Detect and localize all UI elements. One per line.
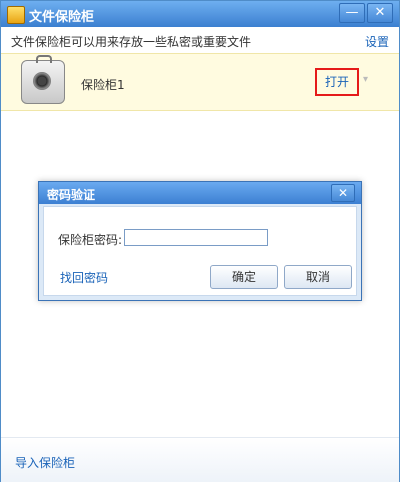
dialog-close-button[interactable]: ✕ bbox=[331, 184, 355, 202]
password-dialog: 密码验证 ✕ 保险柜密码: 找回密码 确定 取消 bbox=[38, 181, 362, 301]
window-title: 文件保险柜 bbox=[29, 10, 95, 25]
minimize-button[interactable]: — bbox=[339, 3, 365, 23]
chevron-down-icon[interactable]: ▾ bbox=[363, 74, 368, 85]
safe-icon bbox=[21, 55, 65, 104]
forgot-password-link[interactable]: 找回密码 bbox=[60, 269, 108, 286]
title-bar[interactable]: 文件保险柜 — ✕ bbox=[1, 1, 399, 27]
ok-button[interactable]: 确定 bbox=[210, 265, 278, 289]
vault-list-item[interactable]: 保险柜1 打开 ▾ bbox=[1, 53, 399, 111]
import-vault-link[interactable]: 导入保险柜 bbox=[15, 454, 75, 471]
open-vault-button[interactable]: 打开 bbox=[315, 68, 359, 96]
safe-dial bbox=[33, 72, 51, 90]
cancel-button[interactable]: 取消 bbox=[284, 265, 352, 289]
close-button[interactable]: ✕ bbox=[367, 3, 393, 23]
vault-name: 保险柜1 bbox=[81, 78, 125, 92]
dialog-title: 密码验证 bbox=[47, 188, 96, 202]
password-input[interactable] bbox=[124, 229, 268, 246]
settings-link[interactable]: 设置 bbox=[365, 33, 389, 50]
description-text: 文件保险柜可以用来存放一些私密或重要文件 bbox=[11, 35, 252, 49]
subheader: 文件保险柜可以用来存放一些私密或重要文件 设置 bbox=[1, 27, 399, 53]
safe-handle bbox=[36, 55, 52, 63]
footer: 导入保险柜 bbox=[1, 437, 399, 482]
dialog-body: 保险柜密码: 找回密码 确定 取消 bbox=[43, 206, 357, 296]
password-label: 保险柜密码: bbox=[58, 233, 123, 247]
vault-app-icon bbox=[7, 6, 25, 24]
dialog-title-bar[interactable]: 密码验证 ✕ bbox=[39, 182, 361, 204]
